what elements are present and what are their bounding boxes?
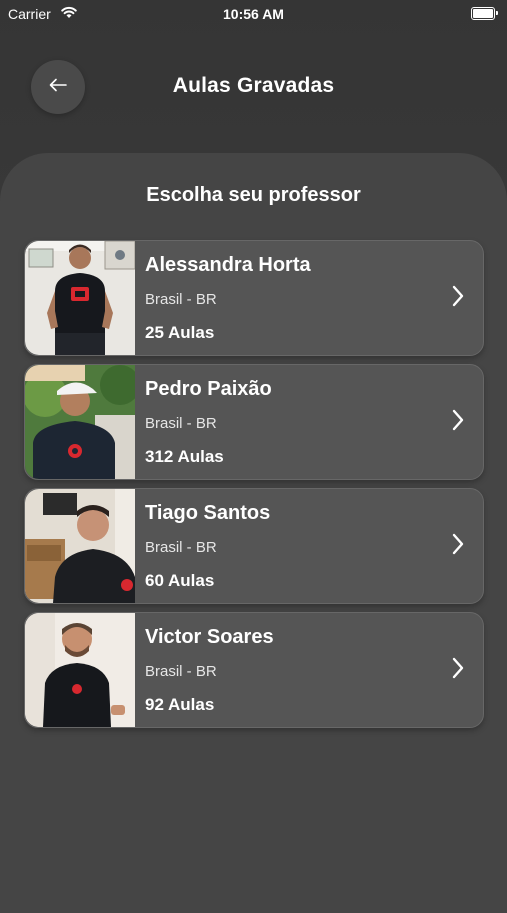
chevron-right-icon [451, 285, 465, 312]
page-title: Aulas Gravadas [172, 74, 335, 97]
teacher-photo [25, 613, 135, 727]
teacher-name: Pedro Paixão [145, 378, 272, 400]
teacher-country: Brasil - BR [145, 539, 217, 556]
teacher-classes-count: 60 Aulas [145, 571, 215, 590]
teacher-name: Tiago Santos [145, 502, 271, 524]
teacher-classes-count: 312 Aulas [145, 447, 224, 466]
teacher-name: Alessandra Horta [145, 254, 311, 276]
teacher-name: Victor Soares [145, 626, 274, 648]
teacher-photo [25, 489, 135, 603]
teacher-card-tiago-santos[interactable]: Tiago Santos Brasil - BR 60 Aulas [24, 488, 484, 604]
status-bar: Carrier 10:56 AM [0, 0, 507, 28]
battery-icon [471, 7, 498, 20]
teacher-card-alessandra-horta[interactable]: Alessandra Horta Brasil - BR 25 Aulas [24, 240, 484, 356]
teacher-card-victor-soares[interactable]: Victor Soares Brasil - BR 92 Aulas [24, 612, 484, 728]
teacher-country: Brasil - BR [145, 291, 217, 308]
section-title: Escolha seu professor [146, 184, 361, 206]
chevron-right-icon [451, 533, 465, 560]
chevron-right-icon [451, 409, 465, 436]
status-time: 10:56 AM [223, 6, 284, 22]
teacher-photo [25, 365, 135, 479]
teacher-classes-count: 92 Aulas [145, 695, 215, 714]
teacher-country: Brasil - BR [145, 663, 217, 680]
teacher-photo [25, 241, 135, 355]
teacher-country: Brasil - BR [145, 415, 217, 432]
teacher-card-pedro-paixao[interactable]: Pedro Paixão Brasil - BR 312 Aulas [24, 364, 484, 480]
teacher-classes-count: 25 Aulas [145, 323, 215, 342]
chevron-right-icon [451, 657, 465, 684]
